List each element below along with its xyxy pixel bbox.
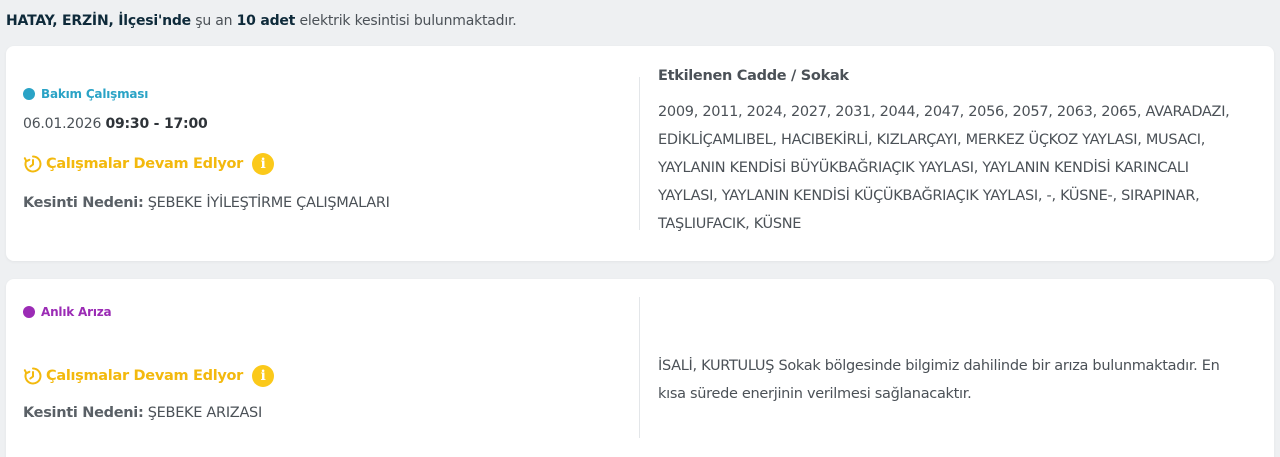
info-icon[interactable]: i — [252, 153, 275, 175]
outage-reason: Kesinti Nedeni: ŞEBEKE İYİLEŞTİRME ÇALIŞ… — [23, 195, 390, 211]
outage-datetime: 06.01.2026 09:30 - 17:00 — [23, 116, 208, 132]
info-icon[interactable]: i — [252, 365, 275, 387]
summary-pre: şu an — [195, 13, 233, 29]
affected-streets-list: 2009, 2011, 2024, 2027, 2031, 2044, 2047… — [658, 98, 1248, 238]
outage-summary: HATAY, ERZİN, İlçesi'nde şu an 10 adet e… — [6, 13, 517, 29]
outage-date: 06.01.2026 — [23, 116, 102, 132]
maintenance-dot-icon — [23, 88, 35, 100]
clock-rotate-icon — [23, 367, 42, 385]
affected-streets-line: YAYLANIN KENDİSİ BÜYÜKBAĞRIAÇIK YAYLASI,… — [658, 160, 1189, 176]
outage-status: Çalışmalar Devam Edlyor i — [23, 153, 275, 175]
outage-type: Bakım Çalışması — [23, 87, 148, 101]
outage-card-fault: Anlık Arıza Çalışmalar Devam Edlyor i Ke… — [6, 279, 1274, 457]
outage-status-label: Çalışmalar Devam Edlyor — [46, 368, 244, 384]
affected-streets-line: EDİKLİÇAMLIBEL, HACIBEKİRLİ, KIZLARÇAYI,… — [658, 132, 1206, 148]
outage-type-label: Bakım Çalışması — [41, 87, 149, 101]
outage-status: Çalışmalar Devam Edlyor i — [23, 365, 275, 387]
summary-location: HATAY, ERZİN, İlçesi'nde — [6, 13, 191, 29]
affected-streets-line: YAYLASI, YAYLANIN KENDİSİ KÜÇÜKBAĞRIAÇIK… — [658, 188, 1200, 204]
fault-description-line: İSALİ, KURTULUŞ Sokak bölgesinde bilgimi… — [658, 358, 1220, 374]
affected-streets-line: 2009, 2011, 2024, 2027, 2031, 2044, 2047… — [658, 104, 1230, 120]
clock-rotate-icon — [23, 155, 42, 173]
outage-type-label: Anlık Arıza — [41, 305, 112, 319]
outage-card-maintenance: Bakım Çalışması 06.01.2026 09:30 - 17:00… — [6, 46, 1274, 261]
summary-post: elektrik kesintisi bulunmaktadır. — [299, 13, 517, 29]
outage-reason-value: ŞEBEKE İYİLEŞTİRME ÇALIŞMALARI — [147, 195, 390, 211]
outage-status-label: Çalışmalar Devam Edlyor — [46, 156, 244, 172]
card-divider — [639, 77, 640, 230]
outage-reason: Kesinti Nedeni: ŞEBEKE ARIZASI — [23, 405, 262, 421]
affected-streets-line: TAŞLIUFACIK, KÜSNE — [658, 216, 802, 232]
outage-reason-value: ŞEBEKE ARIZASI — [147, 405, 262, 421]
fault-dot-icon — [23, 306, 35, 318]
outage-reason-label: Kesinti Nedeni: — [23, 195, 144, 211]
affected-streets-title: Etkilenen Cadde / Sokak — [658, 68, 849, 84]
fault-description: İSALİ, KURTULUŞ Sokak bölgesinde bilgimi… — [658, 352, 1248, 408]
card-divider — [639, 297, 640, 438]
fault-description-line: kısa sürede enerjinin verilmesi sağlanac… — [658, 386, 972, 402]
outage-time: 09:30 - 17:00 — [105, 116, 208, 132]
outage-type: Anlık Arıza — [23, 305, 112, 319]
outage-reason-label: Kesinti Nedeni: — [23, 405, 144, 421]
summary-count: 10 adet — [236, 13, 296, 29]
